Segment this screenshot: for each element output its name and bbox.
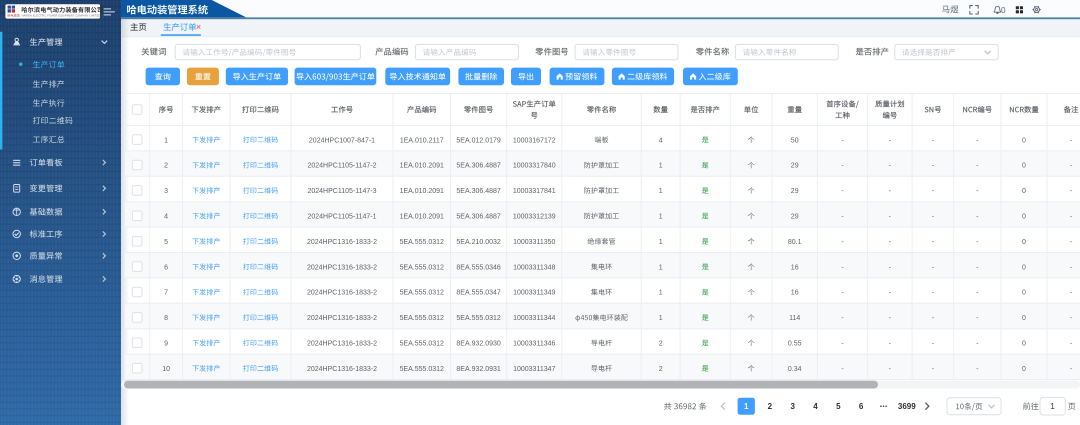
svg-text:5EA.306.4887: 5EA.306.4887 xyxy=(456,214,500,221)
svg-text:5EA.555.0312: 5EA.555.0312 xyxy=(456,315,500,322)
svg-text:9: 9 xyxy=(164,341,168,348)
svg-text:16: 16 xyxy=(791,264,799,271)
svg-text:10003312139: 10003312139 xyxy=(513,214,556,221)
svg-text:2024HPC1316-1833-2: 2024HPC1316-1833-2 xyxy=(307,290,377,297)
svg-text:114: 114 xyxy=(789,315,800,322)
svg-text:5EA.012.0179: 5EA.012.0179 xyxy=(456,137,500,144)
svg-text:16: 16 xyxy=(791,290,799,297)
svg-text:10003317840: 10003317840 xyxy=(513,163,556,170)
svg-text:5EA.555.0312: 5EA.555.0312 xyxy=(400,290,444,297)
svg-text:0: 0 xyxy=(1022,366,1026,373)
svg-text:8: 8 xyxy=(164,315,168,322)
svg-text:0: 0 xyxy=(1022,188,1026,195)
svg-text:1EA.010.2117: 1EA.010.2117 xyxy=(400,137,444,144)
svg-text:2024HPC1316-1833-2: 2024HPC1316-1833-2 xyxy=(307,341,377,348)
svg-text:10003317841: 10003317841 xyxy=(513,188,556,195)
svg-text:2024HPC1316-1833-2: 2024HPC1316-1833-2 xyxy=(307,366,377,373)
svg-text:3: 3 xyxy=(790,402,795,411)
svg-text:1EA.010.2091: 1EA.010.2091 xyxy=(400,214,444,221)
svg-text:0: 0 xyxy=(1022,290,1026,297)
svg-text:5EA.306.4887: 5EA.306.4887 xyxy=(456,163,500,170)
svg-text:5EA.210.0032: 5EA.210.0032 xyxy=(456,239,500,246)
svg-text:2: 2 xyxy=(164,163,168,170)
svg-text:0: 0 xyxy=(1022,264,1026,271)
svg-text:2: 2 xyxy=(659,341,663,348)
svg-text:1: 1 xyxy=(659,163,663,170)
svg-text:0.34: 0.34 xyxy=(788,366,802,373)
svg-text:1: 1 xyxy=(659,315,663,322)
svg-text:2024HPC1105-1147-1: 2024HPC1105-1147-1 xyxy=(307,214,376,221)
svg-text:1: 1 xyxy=(659,239,663,246)
svg-text:10003311349: 10003311349 xyxy=(513,290,555,297)
svg-text:10003311348: 10003311348 xyxy=(513,264,555,271)
svg-text:5EA.555.0312: 5EA.555.0312 xyxy=(400,239,444,246)
svg-text:5EA.306.4887: 5EA.306.4887 xyxy=(456,188,500,195)
svg-text:2024HPC1105-1147-2: 2024HPC1105-1147-2 xyxy=(307,163,376,170)
svg-text:2024HPC1316-1833-2: 2024HPC1316-1833-2 xyxy=(307,239,377,246)
svg-text:10003167172: 10003167172 xyxy=(513,137,556,144)
svg-text:10003311347: 10003311347 xyxy=(513,366,555,373)
svg-text:0: 0 xyxy=(1001,6,1006,15)
svg-text:8EA.555.0346: 8EA.555.0346 xyxy=(456,264,500,271)
svg-text:3699: 3699 xyxy=(898,402,916,411)
svg-text:5: 5 xyxy=(164,239,168,246)
svg-text:2024HPC1316-1833-2: 2024HPC1316-1833-2 xyxy=(307,264,377,271)
svg-text:1: 1 xyxy=(1050,402,1055,411)
svg-text:10: 10 xyxy=(162,366,170,373)
svg-text:8EA.932.0930: 8EA.932.0930 xyxy=(456,341,500,348)
svg-text:1: 1 xyxy=(164,137,168,144)
svg-text:1EA.010.2091: 1EA.010.2091 xyxy=(400,163,444,170)
svg-text:5: 5 xyxy=(836,402,841,411)
svg-text:2: 2 xyxy=(659,366,663,373)
svg-text:1: 1 xyxy=(659,214,663,221)
svg-text:50: 50 xyxy=(791,137,799,144)
svg-text:29: 29 xyxy=(791,214,799,221)
svg-text:29: 29 xyxy=(791,163,799,170)
svg-text:4: 4 xyxy=(813,402,818,411)
svg-text:0.55: 0.55 xyxy=(788,341,802,348)
svg-text:7: 7 xyxy=(164,290,168,297)
svg-text:4: 4 xyxy=(164,214,168,221)
svg-text:8EA.932.0931: 8EA.932.0931 xyxy=(456,366,500,373)
svg-text:0: 0 xyxy=(1022,239,1026,246)
svg-text:4: 4 xyxy=(659,137,663,144)
svg-text:1: 1 xyxy=(659,264,663,271)
svg-text:5EA.555.0312: 5EA.555.0312 xyxy=(400,264,444,271)
svg-text:10003311344: 10003311344 xyxy=(513,315,555,322)
svg-text:80.1: 80.1 xyxy=(788,239,802,246)
svg-text:0: 0 xyxy=(1022,341,1026,348)
svg-text:1: 1 xyxy=(659,290,663,297)
svg-text:29: 29 xyxy=(791,188,799,195)
svg-text:HARBIN ELECTRIC POWER EQUIPMEN: HARBIN ELECTRIC POWER EQUIPMENT COMPANY … xyxy=(22,13,101,17)
svg-text:0: 0 xyxy=(1022,163,1026,170)
svg-text:2: 2 xyxy=(768,402,773,411)
svg-text:2024HPC1316-1833-2: 2024HPC1316-1833-2 xyxy=(307,315,377,322)
svg-text:0: 0 xyxy=(1022,315,1026,322)
svg-text:1: 1 xyxy=(659,188,663,195)
svg-text:1EA.010.2091: 1EA.010.2091 xyxy=(400,188,444,195)
svg-text:2024HPC1105-1147-3: 2024HPC1105-1147-3 xyxy=(307,188,376,195)
svg-text:0: 0 xyxy=(1022,137,1026,144)
svg-text:0: 0 xyxy=(1022,214,1026,221)
svg-text:10003311350: 10003311350 xyxy=(513,239,555,246)
svg-text:2024HPC1007-847-1: 2024HPC1007-847-1 xyxy=(309,137,375,144)
svg-text:5EA.555.0312: 5EA.555.0312 xyxy=(400,341,444,348)
svg-text:10003311346: 10003311346 xyxy=(513,341,555,348)
svg-text:1: 1 xyxy=(744,402,749,411)
svg-text:6: 6 xyxy=(859,402,864,411)
svg-text:6: 6 xyxy=(164,264,168,271)
svg-text:8EA.555.0347: 8EA.555.0347 xyxy=(456,290,500,297)
svg-text:5EA.555.0312: 5EA.555.0312 xyxy=(400,315,444,322)
svg-text:3: 3 xyxy=(164,188,168,195)
svg-text:5EA.555.0312: 5EA.555.0312 xyxy=(400,366,444,373)
